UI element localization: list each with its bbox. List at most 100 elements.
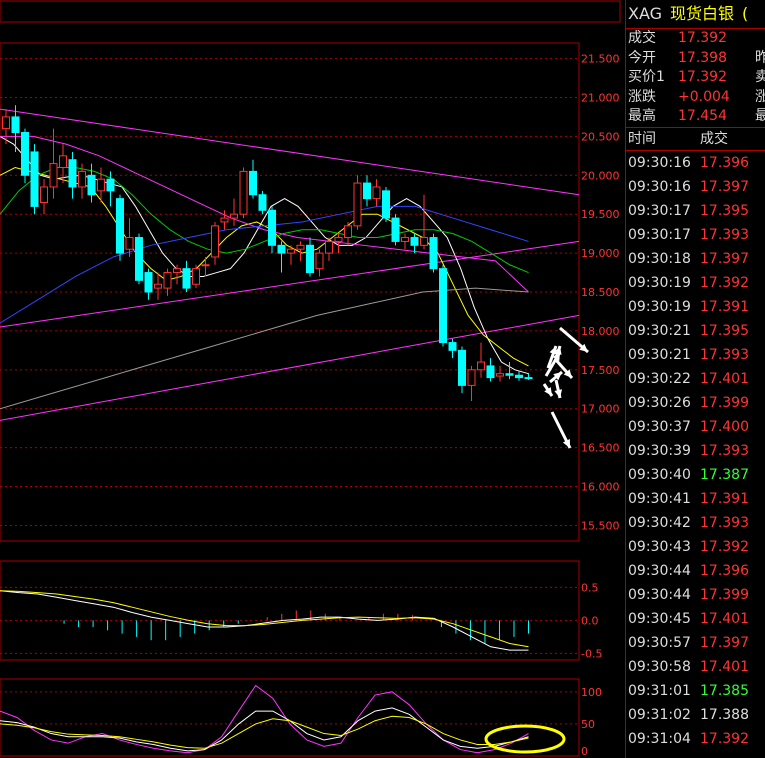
tick-time: 09:31:04 xyxy=(628,730,691,747)
tick-row[interactable]: 09:30:21 17.393 xyxy=(626,343,765,367)
tick-time: 09:30:37 xyxy=(628,418,691,435)
price-tick-label: 16.000 xyxy=(581,481,620,494)
tick-row[interactable]: 09:30:41 17.391 xyxy=(626,487,765,511)
candle-body xyxy=(239,170,248,215)
tick-time: 09:30:44 xyxy=(628,586,691,603)
tick-row[interactable]: 09:30:58 17.401 xyxy=(626,655,765,679)
price-pane: 21.500 21.000 20.500 20.000 19.500 19.000 18.5… xyxy=(0,0,621,542)
tick-time: 09:30:58 xyxy=(628,658,691,675)
tick-price: 17.399 xyxy=(700,586,749,603)
tick-row[interactable]: 09:31:02 17.388 xyxy=(626,703,765,727)
tick-time: 09:30:42 xyxy=(628,514,691,531)
quote-value: 17.454 xyxy=(678,108,727,124)
candle-body xyxy=(505,373,514,376)
candle-body xyxy=(391,217,400,242)
tick-time: 09:30:19 xyxy=(628,274,691,291)
tick-list[interactable]: 09:30:16 17.396 09:30:16 17.397 09:30:17 17.3… xyxy=(626,151,765,751)
candle-body xyxy=(515,374,523,379)
candle-body xyxy=(296,244,305,250)
quote-extra: 卖 xyxy=(755,69,765,85)
quote-value: 17.392 xyxy=(678,30,727,46)
candle-body xyxy=(21,131,29,176)
tick-row[interactable]: 09:30:57 17.397 xyxy=(626,631,765,655)
quote-rows: 成交 17.392 今开 17.398 昨买价1 17.392 卖涨跌 +0.004 涨最高 17… xyxy=(626,29,765,128)
tick-price: 17.396 xyxy=(700,562,749,579)
candle-body xyxy=(78,170,86,188)
price-tick-label: 20.000 xyxy=(581,169,620,182)
candle-body xyxy=(315,252,324,270)
tick-price: 17.387 xyxy=(700,466,749,483)
tick-row[interactable]: 09:30:16 17.396 xyxy=(626,151,765,175)
annotations xyxy=(484,326,589,754)
tick-row[interactable]: 09:30:21 17.395 xyxy=(626,319,765,343)
tick-row[interactable]: 09:31:01 17.385 xyxy=(626,679,765,703)
tick-row[interactable]: 09:30:16 17.397 xyxy=(626,175,765,199)
tick-row[interactable]: 09:30:45 17.401 xyxy=(626,607,765,631)
candle-body xyxy=(258,194,267,211)
price-tick-label: 17.000 xyxy=(581,403,620,416)
candle-body xyxy=(30,151,39,207)
title-paren: ( xyxy=(742,4,749,23)
kline-chart-area[interactable]: 21.500 21.000 20.500 20.000 19.500 19.000 18.5… xyxy=(0,0,625,758)
candle-body xyxy=(524,377,533,380)
candle-body xyxy=(458,349,466,386)
tick-time: 09:30:45 xyxy=(628,610,691,627)
tick-row[interactable]: 09:30:39 17.393 xyxy=(626,439,765,463)
candle-body xyxy=(401,237,409,242)
top-strip-frame xyxy=(0,0,621,23)
tick-row[interactable]: 09:31:04 17.392 xyxy=(626,727,765,751)
tick-time: 09:30:19 xyxy=(628,298,691,315)
tick-row[interactable]: 09:30:43 17.392 xyxy=(626,535,765,559)
tick-price: 17.393 xyxy=(700,514,749,531)
price-tick-label: 21.000 xyxy=(581,91,620,104)
arrow-head xyxy=(549,346,557,355)
tick-row[interactable]: 09:30:37 17.400 xyxy=(626,415,765,439)
tick-price: 17.392 xyxy=(700,538,749,555)
tick-row[interactable]: 09:30:42 17.393 xyxy=(626,511,765,535)
tick-row[interactable]: 09:30:17 17.393 xyxy=(626,223,765,247)
candle-body xyxy=(353,182,362,227)
tick-row[interactable]: 09:30:44 17.396 xyxy=(626,559,765,583)
tick-time: 09:30:39 xyxy=(628,442,691,459)
moving-average-line xyxy=(0,135,529,293)
symbol-code: XAG xyxy=(628,4,663,23)
price-tick-label: 18.000 xyxy=(581,325,620,338)
price-tick-label: 16.500 xyxy=(581,442,620,455)
tick-time: 09:30:17 xyxy=(628,202,691,219)
quote-row: 买价1 17.392 卖 xyxy=(626,68,765,88)
candle-body xyxy=(11,116,20,133)
tick-price: 17.392 xyxy=(700,274,749,291)
tick-price: 17.397 xyxy=(700,634,749,651)
tick-row[interactable]: 09:30:19 17.392 xyxy=(626,271,765,295)
tick-price: 17.391 xyxy=(700,490,749,507)
kdj-tick-label: 50 xyxy=(581,718,595,731)
candle-body xyxy=(173,268,181,274)
candle-body xyxy=(429,237,438,270)
candle-body xyxy=(334,237,343,242)
candle-body xyxy=(439,268,447,344)
price-tick-label: 19.500 xyxy=(581,208,620,221)
tick-row[interactable]: 09:30:22 17.401 xyxy=(626,367,765,391)
candle-body xyxy=(182,268,191,289)
price-tick-label: 15.500 xyxy=(581,519,620,532)
ticks-header-price: 成交 xyxy=(700,130,728,147)
quote-value: +0.004 xyxy=(678,88,730,105)
tick-price: 17.393 xyxy=(700,346,749,363)
candle-body xyxy=(448,342,457,351)
tick-row[interactable]: 09:30:44 17.399 xyxy=(626,583,765,607)
chart-svg[interactable]: 21.500 21.000 20.500 20.000 19.500 19.000 18.5… xyxy=(0,0,625,758)
tick-time: 09:30:57 xyxy=(628,634,691,651)
tick-row[interactable]: 09:30:40 17.387 xyxy=(626,463,765,487)
quote-extra: 涨 xyxy=(755,88,765,105)
candle-body xyxy=(220,217,229,223)
tick-price: 17.397 xyxy=(700,178,749,195)
tick-row[interactable]: 09:30:17 17.395 xyxy=(626,199,765,223)
candle-body xyxy=(49,163,58,188)
tick-row[interactable]: 09:30:26 17.399 xyxy=(626,391,765,415)
candle-body xyxy=(116,198,124,254)
tick-row[interactable]: 09:30:18 17.397 xyxy=(626,247,765,271)
tick-row[interactable]: 09:30:19 17.391 xyxy=(626,295,765,319)
candle-body xyxy=(230,213,238,219)
tick-price: 17.401 xyxy=(700,370,749,387)
quote-value: 17.392 xyxy=(678,69,727,85)
